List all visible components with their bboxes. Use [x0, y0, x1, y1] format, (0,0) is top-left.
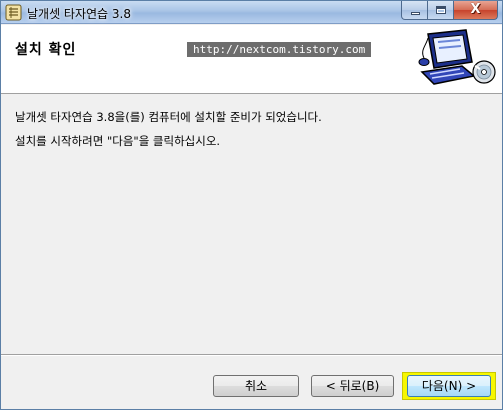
minimize-icon: [411, 12, 420, 15]
header-banner: 설치 확인 http://nextcom.tistory.com: [1, 25, 502, 94]
minimize-button[interactable]: [401, 1, 428, 20]
url-watermark: http://nextcom.tistory.com: [187, 42, 372, 57]
footer-separator: [1, 354, 502, 356]
content-area: 날개셋 타자연습 3.8을(를) 컴퓨터에 설치할 준비가 되었습니다. 설치를…: [1, 95, 502, 343]
window-title: 날개셋 타자연습 3.8: [27, 7, 131, 21]
page-title: 설치 확인: [15, 42, 77, 58]
maximize-button[interactable]: [428, 1, 454, 20]
close-icon: X: [470, 2, 481, 17]
installer-window: 날개셋 타자연습 3.8 X 설치 확인 http://nextcom.tist…: [0, 0, 503, 410]
title-bar[interactable]: 날개셋 타자연습 3.8 X: [1, 1, 502, 24]
close-button[interactable]: X: [454, 1, 498, 20]
next-button-highlight: 다음(N) >: [402, 372, 496, 400]
back-button[interactable]: < 뒤로(B): [311, 375, 394, 397]
caption-buttons: X: [401, 1, 498, 20]
ready-message: 날개셋 타자연습 3.8을(를) 컴퓨터에 설치할 준비가 되었습니다.: [15, 110, 322, 124]
computer-with-cd-icon: [418, 29, 496, 85]
instruction-message: 설치를 시작하려면 "다음"을 클릭하십시오.: [15, 134, 221, 148]
cancel-button[interactable]: 취소: [213, 375, 299, 397]
keyboard-app-icon: [5, 4, 22, 21]
maximize-icon: [436, 6, 446, 14]
next-button[interactable]: 다음(N) >: [407, 375, 491, 397]
